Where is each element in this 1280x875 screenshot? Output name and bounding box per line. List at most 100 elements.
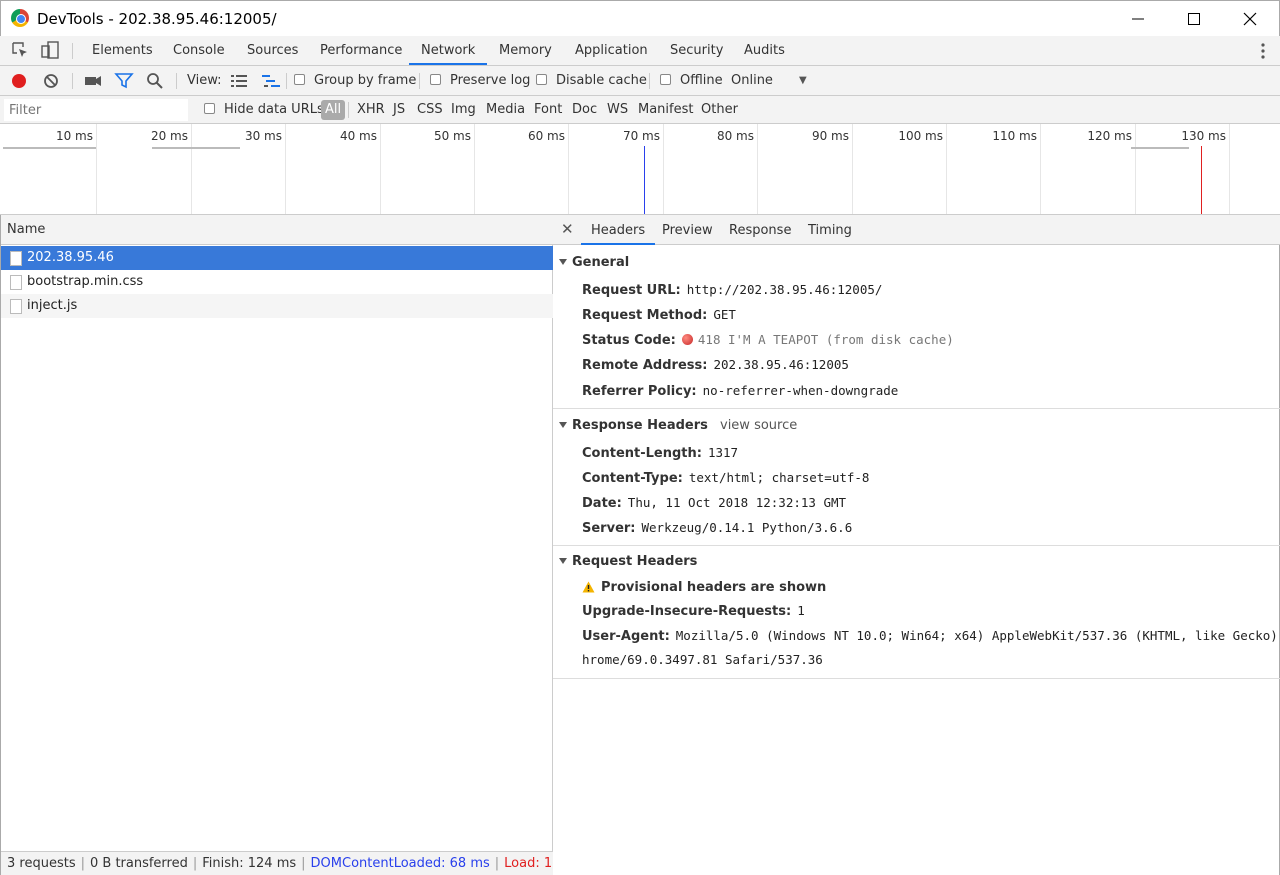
chevron-down-icon: ▼ (799, 75, 807, 86)
view-label: View: (187, 73, 222, 88)
preserve-log-checkbox[interactable] (430, 74, 441, 85)
throttling-value: Online (731, 73, 773, 88)
filter-type-media[interactable]: Media (486, 96, 525, 124)
load-marker (1201, 146, 1202, 214)
timeline-tick-label: 50 ms (433, 129, 471, 143)
offline-label: Offline (680, 73, 723, 88)
tab-audits[interactable]: Audits (732, 36, 797, 65)
devtools-tab-bar: Elements Console Sources Performance Net… (0, 36, 1280, 66)
search-button[interactable] (144, 70, 166, 92)
close-details-icon[interactable]: ✕ (561, 221, 577, 237)
overview-request-bar (152, 147, 240, 149)
maximize-icon (1188, 13, 1200, 25)
toolbar-divider (176, 73, 177, 89)
filter-type-font[interactable]: Font (534, 96, 562, 124)
request-method-row: Request Method: GET (582, 307, 736, 323)
more-options-button[interactable] (1252, 40, 1274, 62)
tab-preview[interactable]: Preview (652, 215, 723, 245)
referrer-policy-row: Referrer Policy: no-referrer-when-downgra… (582, 383, 899, 399)
request-headers-toggle[interactable]: Request Headers (559, 554, 697, 569)
tab-headers[interactable]: Headers (581, 215, 656, 245)
triangle-down-icon (559, 421, 567, 428)
name-column-header[interactable]: Name (1, 215, 553, 245)
timeline-tick-label: 60 ms (527, 129, 565, 143)
tab-application[interactable]: Application (563, 36, 660, 65)
capture-screenshots-button[interactable] (82, 70, 104, 92)
group-by-frame-checkbox[interactable] (294, 74, 305, 85)
timeline-gridline (1135, 124, 1136, 214)
status-code-row: Status Code: 418 I'M A TEAPOT (from disk … (582, 332, 954, 348)
minimize-button[interactable] (1115, 1, 1161, 37)
large-rows-button[interactable] (228, 70, 250, 92)
network-toolbar: View: Group by frame Preserve log Disabl… (0, 66, 1280, 96)
tab-network[interactable]: Network (409, 36, 488, 65)
filter-type-ws[interactable]: WS (607, 96, 628, 124)
filter-type-manifest[interactable]: Manifest (638, 96, 693, 124)
document-icon (10, 251, 22, 266)
document-icon (10, 275, 22, 290)
overview-request-bar (1131, 147, 1189, 149)
timeline-gridline (1040, 124, 1041, 214)
record-button[interactable] (8, 70, 30, 92)
view-source-link[interactable]: view source (720, 418, 797, 433)
close-window-button[interactable] (1227, 1, 1273, 37)
timeline-tick-label: 80 ms (716, 129, 754, 143)
clear-button[interactable] (40, 70, 62, 92)
inspect-cursor-icon (12, 42, 27, 57)
tab-elements[interactable]: Elements (80, 36, 165, 65)
filter-toggle-button[interactable] (113, 70, 135, 92)
inspect-element-button[interactable] (10, 40, 32, 62)
filter-type-all[interactable]: All (321, 100, 346, 120)
domcontentloaded-time: DOMContentLoaded: 68 ms (310, 856, 490, 871)
device-toolbar-button[interactable] (40, 40, 62, 62)
waterfall-view-button[interactable] (260, 70, 282, 92)
provisional-headers-warning: Provisional headers are shown (582, 580, 832, 595)
filter-type-css[interactable]: CSS (417, 96, 443, 124)
tab-security[interactable]: Security (658, 36, 735, 65)
tab-memory[interactable]: Memory (487, 36, 564, 65)
filter-type-doc[interactable]: Doc (572, 96, 597, 124)
clear-icon (44, 74, 58, 88)
upgrade-insecure-requests-row: Upgrade-Insecure-Requests: 1 (582, 603, 805, 619)
minimize-icon (1132, 18, 1144, 20)
disable-cache-checkbox[interactable] (536, 74, 547, 85)
request-row[interactable]: inject.js (1, 294, 553, 318)
throttling-select[interactable]: Online ▼ (731, 66, 811, 96)
close-icon (1243, 12, 1257, 26)
remote-address-row: Remote Address: 202.38.95.46:12005 (582, 357, 849, 373)
filter-type-img[interactable]: Img (451, 96, 476, 124)
tab-timing[interactable]: Timing (798, 215, 862, 245)
tab-console[interactable]: Console (161, 36, 237, 65)
filter-type-other[interactable]: Other (701, 96, 738, 124)
hide-data-urls-checkbox[interactable] (204, 103, 215, 114)
request-name: 202.38.95.46 (27, 250, 114, 265)
general-section-toggle[interactable]: General (559, 255, 629, 270)
load-time: Load: 127 ms (504, 856, 553, 871)
filter-type-js[interactable]: JS (393, 96, 405, 124)
maximize-button[interactable] (1171, 1, 1217, 37)
tab-performance[interactable]: Performance (308, 36, 414, 65)
details-tab-bar: ✕ Headers Preview Response Timing (553, 215, 1280, 245)
tab-sources[interactable]: Sources (235, 36, 310, 65)
timeline-overview[interactable]: 10 ms 20 ms 30 ms 40 ms 50 ms 60 ms 70 ms 80 ms… (0, 124, 1280, 215)
request-details-pane: ✕ Headers Preview Response Timing Genera… (553, 215, 1280, 875)
timeline-gridline (380, 124, 381, 214)
triangle-down-icon (559, 557, 567, 564)
request-row[interactable]: bootstrap.min.css (1, 270, 553, 294)
waterfall-icon (262, 75, 280, 87)
offline-checkbox[interactable] (660, 74, 671, 85)
filter-type-xhr[interactable]: XHR (357, 96, 385, 124)
warning-icon (582, 581, 595, 593)
preserve-log-label: Preserve log (450, 73, 531, 88)
date-row: Date: Thu, 11 Oct 2018 12:32:13 GMT (582, 495, 847, 511)
response-headers-toggle[interactable]: Response Headers (559, 418, 708, 433)
filter-input[interactable] (4, 99, 188, 121)
search-icon (147, 73, 163, 89)
request-name: bootstrap.min.css (27, 274, 144, 289)
chrome-logo-icon (11, 9, 29, 27)
timeline-gridline (474, 124, 475, 214)
timeline-gridline (568, 124, 569, 214)
tab-response[interactable]: Response (719, 215, 801, 245)
request-row[interactable]: 202.38.95.46 (1, 246, 553, 270)
video-camera-icon (85, 76, 101, 86)
